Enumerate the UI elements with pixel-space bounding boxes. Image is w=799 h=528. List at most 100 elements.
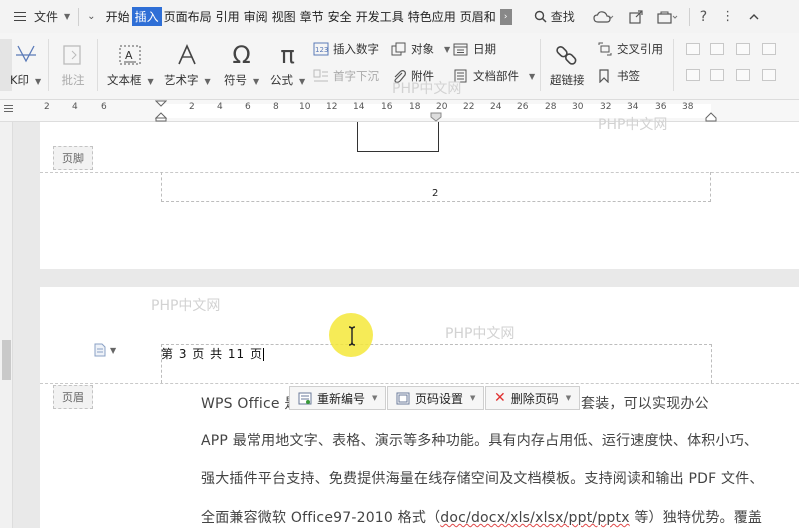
page-number-settings-button[interactable]: 页码设置 ▼ bbox=[387, 386, 485, 410]
hyperlink-label: 超链接 bbox=[550, 73, 585, 87]
quick-access-chevron-icon[interactable]: ⌄ bbox=[87, 11, 95, 22]
vertical-ruler[interactable] bbox=[0, 122, 13, 528]
header-options-button[interactable]: ▼ bbox=[94, 343, 116, 357]
header-boundary bbox=[40, 383, 799, 384]
help-icon[interactable]: ? bbox=[700, 9, 707, 25]
cloud-sync-icon[interactable] bbox=[593, 10, 615, 24]
ruler-tick-label: 32 bbox=[600, 102, 612, 112]
toolbox-icon[interactable] bbox=[657, 10, 679, 24]
disabled-tool-icon bbox=[686, 69, 700, 81]
chevron-down-icon[interactable]: ▼ bbox=[148, 77, 154, 86]
bookmark-icon bbox=[599, 69, 609, 83]
divider bbox=[78, 7, 80, 26]
tab-9[interactable]: 特色应用 bbox=[406, 8, 458, 25]
body-line-1-end[interactable]: 套装，可以实现办公 bbox=[581, 393, 709, 413]
body-line-2[interactable]: APP 最常用地文字、表格、演示等多种功能。具有内存占用低、运行速度快、体积小巧… bbox=[201, 430, 758, 450]
delete-page-number-button[interactable]: ✕ 删除页码 ▼ bbox=[485, 386, 581, 410]
share-icon[interactable] bbox=[629, 9, 643, 24]
print-layout-icon bbox=[15, 45, 36, 63]
tab-3[interactable]: 引用 bbox=[214, 8, 242, 25]
delete-icon: ✕ bbox=[494, 390, 506, 406]
menu-bar: 文件 ▼ ⌄ 开始 插入 页面布局 引用 审阅 视图 章节 安全 开发工具 特色应用 页眉和 › 查… bbox=[0, 0, 799, 33]
tab-7[interactable]: 安全 bbox=[326, 8, 354, 25]
chevron-down-icon[interactable]: ▼ bbox=[253, 77, 259, 86]
chevron-down-icon[interactable]: ▼ bbox=[299, 77, 305, 86]
wordart-button[interactable]: 艺术字 ▼ bbox=[164, 41, 211, 88]
watermark: PHP中文网 bbox=[445, 326, 515, 342]
textbox-button[interactable]: A 文本框 ▼ bbox=[107, 41, 154, 88]
textbox-icon: A bbox=[119, 45, 141, 65]
tab-1[interactable]: 插入 bbox=[131, 7, 162, 26]
menu-icon[interactable] bbox=[14, 11, 26, 22]
chevron-down-icon[interactable]: ▼ bbox=[529, 72, 535, 81]
symbol-button[interactable]: Ω 符号 ▼ bbox=[224, 41, 259, 88]
dropcap-button[interactable]: 首字下沉 bbox=[313, 68, 379, 84]
chevron-down-icon[interactable]: ▼ bbox=[110, 346, 116, 355]
page-2-bottom[interactable]: 页脚 2 bbox=[40, 122, 799, 269]
textbox-label: 文本框 bbox=[107, 73, 142, 87]
right-indent-marker-icon[interactable] bbox=[705, 112, 717, 122]
tab-0[interactable]: 开始 bbox=[104, 8, 132, 25]
tab-5[interactable]: 视图 bbox=[270, 8, 298, 25]
print-button-partial[interactable]: K印 ▼ bbox=[10, 41, 41, 88]
more-options-icon[interactable]: ⋮ bbox=[721, 9, 734, 24]
footer-tag[interactable]: 页脚 bbox=[53, 146, 93, 170]
find-label: 查找 bbox=[550, 10, 575, 24]
doc-parts-button[interactable]: 文档部件 ▼ bbox=[453, 68, 535, 84]
number-icon: 123 bbox=[313, 42, 329, 56]
wps-writer-window: { "menubar": { "file_label": "文件", "tabs… bbox=[0, 0, 799, 528]
insert-number-button[interactable]: 123 插入数字 bbox=[313, 41, 379, 57]
batch-comment-button[interactable]: 批注 bbox=[61, 41, 85, 88]
ruler-tick-label: 10 bbox=[299, 102, 311, 112]
tab-2[interactable]: 页面布局 bbox=[162, 8, 214, 25]
file-menu-label[interactable]: 文件 bbox=[34, 8, 58, 25]
chevron-down-icon[interactable]: ▼ bbox=[470, 394, 475, 402]
text-cursor bbox=[262, 348, 264, 361]
calendar-icon bbox=[453, 43, 468, 56]
tab-8[interactable]: 开发工具 bbox=[354, 8, 406, 25]
wordart-icon bbox=[178, 44, 197, 65]
chevron-down-icon[interactable]: ▼ bbox=[35, 77, 41, 86]
tab-6[interactable]: 章节 bbox=[298, 8, 326, 25]
collapse-ribbon-icon[interactable] bbox=[748, 11, 760, 23]
date-button[interactable]: 日期 bbox=[453, 41, 496, 57]
chevron-down-icon[interactable]: ▼ bbox=[205, 77, 211, 86]
delete-page-number-label: 删除页码 bbox=[510, 391, 559, 406]
print-label: K印 bbox=[10, 73, 30, 87]
hyperlink-button[interactable]: 超链接 bbox=[550, 41, 585, 88]
renumber-button[interactable]: 重新编号 ▼ bbox=[289, 386, 387, 410]
ruler-tick-label: 38 bbox=[682, 102, 694, 112]
bookmark-button[interactable]: 书签 bbox=[597, 68, 640, 84]
chevron-down-icon[interactable]: ▼ bbox=[372, 394, 377, 402]
header-text[interactable]: 第 3 页 共 11 页 bbox=[161, 345, 264, 362]
divider bbox=[540, 39, 541, 91]
header-tag[interactable]: 页眉 bbox=[53, 385, 93, 409]
find-button[interactable]: 查找 bbox=[534, 8, 575, 25]
more-tabs-icon[interactable]: › bbox=[499, 8, 512, 25]
left-indent-marker-icon[interactable] bbox=[155, 100, 167, 122]
horizontal-ruler[interactable]: 6 4 2 2 4 6 8 10 12 14 16 18 20 22 24 26 28 30 32 34 36 38 bbox=[0, 100, 799, 122]
tab-stop-marker-icon[interactable] bbox=[430, 112, 442, 122]
symbol-label: 符号 bbox=[224, 73, 247, 87]
tab-10[interactable]: 页眉和 bbox=[458, 8, 498, 25]
chevron-down-icon[interactable]: ▼ bbox=[444, 45, 450, 54]
formula-button[interactable]: π 公式 ▼ bbox=[270, 41, 305, 88]
object-button[interactable]: 对象 ▼ bbox=[391, 41, 450, 57]
chevron-down-icon[interactable]: ▼ bbox=[566, 394, 571, 402]
header-page-count: 第 3 页 共 11 页 bbox=[161, 347, 263, 361]
renumber-label: 重新编号 bbox=[317, 391, 366, 406]
cross-reference-button[interactable]: 交叉引用 bbox=[597, 41, 663, 57]
body-line-3[interactable]: 强大插件平台支持、免费提供海量在线存储空间及文档模板。支持阅读和输出 PDF 文… bbox=[201, 468, 764, 488]
ruler-toggle-icon[interactable] bbox=[4, 105, 13, 113]
disabled-tool-icon bbox=[686, 43, 700, 55]
body-line-4[interactable]: 全面兼容微软 Office97-2010 格式（doc/docx/xls/xls… bbox=[201, 507, 762, 527]
date-label: 日期 bbox=[473, 42, 496, 56]
doc-parts-label: 文档部件 bbox=[473, 69, 519, 83]
file-menu[interactable]: 文件 ▼ bbox=[0, 0, 70, 33]
chevron-down-icon[interactable]: ▼ bbox=[64, 12, 70, 21]
text-frame[interactable] bbox=[357, 122, 439, 152]
vertical-ruler-margin bbox=[2, 340, 11, 380]
ruler-tick-label: 2 bbox=[44, 102, 50, 112]
document-icon bbox=[94, 343, 106, 357]
tab-4[interactable]: 审阅 bbox=[242, 8, 270, 25]
